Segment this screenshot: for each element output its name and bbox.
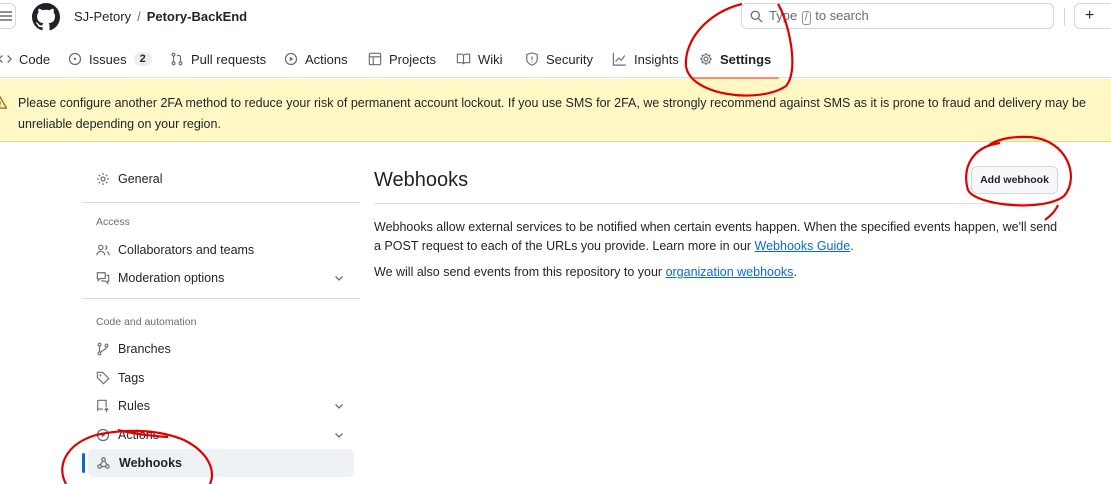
search-placeholder: Type / to search [769,7,869,25]
tab-settings[interactable]: Settings [692,40,780,79]
sidebar-item-collaborators[interactable]: Collaborators and teams [88,236,354,264]
tab-projects[interactable]: Projects [368,40,436,78]
menu-icon [0,11,12,21]
sidebar-item-tags[interactable]: Tags [88,364,354,392]
book-icon [456,53,471,65]
webhooks-guide-link[interactable]: Webhooks Guide [755,239,851,253]
breadcrumb-separator: / [137,9,141,24]
search-icon [750,10,763,23]
menu-button[interactable] [0,3,16,29]
pull-request-icon [171,52,183,66]
webhook-icon [97,457,110,469]
twofa-warning-banner: Please configure another 2FA method to r… [0,79,1111,142]
tab-pull-requests[interactable]: Pull requests [170,40,266,78]
graph-icon [612,52,626,66]
sidebar-divider [82,202,360,203]
tab-wiki[interactable]: Wiki [456,40,503,78]
tag-icon [96,371,110,385]
alert-icon [0,96,7,109]
sidebar-heading-access: Access [96,216,130,228]
breadcrumb: SJ-Petory / Petory-BackEnd [74,9,247,24]
webhooks-description: Webhooks allow external services to be n… [374,220,1058,253]
top-bar: SJ-Petory / Petory-BackEnd Type / to sea… [0,0,1111,34]
create-new-button[interactable]: + [1074,3,1111,29]
header-divider [1064,8,1065,26]
organization-webhooks-link[interactable]: organization webhooks [666,265,794,279]
sidebar-item-general[interactable]: General [88,165,354,193]
tab-actions[interactable]: Actions [284,40,348,78]
sidebar-item-rules[interactable]: Rules [88,392,354,420]
tab-security[interactable]: Security [525,40,593,78]
search-input[interactable]: Type / to search [741,3,1054,29]
people-icon [96,244,110,256]
search-shortcut-key: / [801,10,811,25]
org-webhooks-note: We will also send events from this repos… [374,265,797,279]
gear-icon [700,53,712,65]
owner-link[interactable]: SJ-Petory [74,9,131,24]
tab-issues[interactable]: Issues 2 [68,40,152,78]
comment-discussion-icon [96,272,110,285]
banner-message: Please configure another 2FA method to r… [18,96,1086,131]
chevron-down-icon [335,404,343,409]
repo-link[interactable]: Petory-BackEnd [147,9,247,24]
tab-code[interactable]: Code [0,40,50,78]
sidebar-divider [82,298,360,299]
sidebar-item-actions[interactable]: Actions [88,421,354,449]
play-icon [284,52,298,66]
sidebar-item-moderation[interactable]: Moderation options [88,264,354,292]
branch-icon [97,342,109,356]
shield-icon [526,52,538,66]
play-icon [96,428,110,442]
gear-icon [97,173,109,185]
sidebar-heading-code-automation: Code and automation [96,316,197,328]
repo-tabs: Code Issues 2 Pull requests Actions Proj… [0,40,1111,79]
repo-push-icon [97,399,109,413]
title-divider [374,203,1058,204]
table-icon [368,52,382,66]
sidebar-item-branches[interactable]: Branches [88,335,354,363]
sidebar-item-webhooks[interactable]: Webhooks [82,449,354,477]
add-webhook-button[interactable]: Add webhook [971,166,1058,194]
code-icon [0,55,12,63]
chevron-down-icon [335,276,343,281]
tab-insights[interactable]: Insights [612,40,679,78]
issue-icon [68,52,82,66]
issues-counter: 2 [133,52,152,66]
page-title: Webhooks [374,169,469,191]
chevron-down-icon [335,433,343,438]
github-logo-icon[interactable] [32,3,60,31]
plus-icon: + [1085,7,1095,24]
